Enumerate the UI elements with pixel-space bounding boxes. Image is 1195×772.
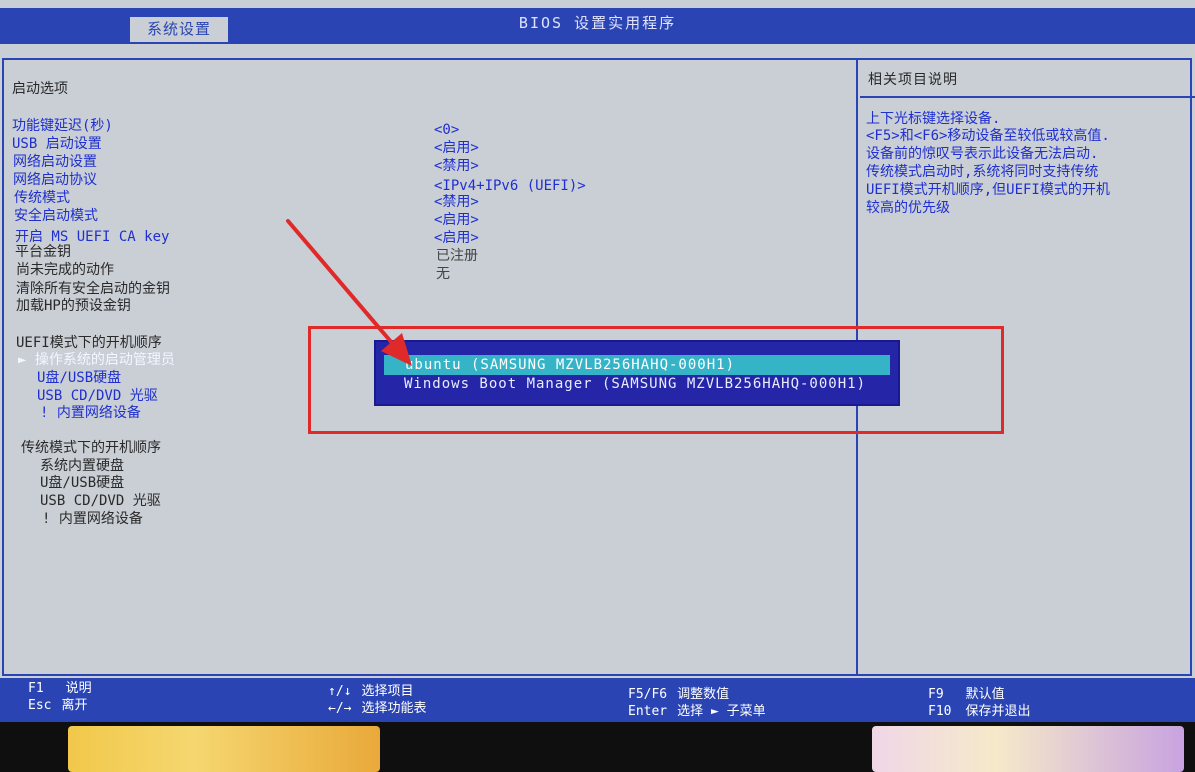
setting-value-secure-boot[interactable]: <启用> bbox=[434, 211, 479, 229]
footer-key-f5-f6: F5/F6 调整数值 bbox=[628, 687, 729, 703]
legacy-order-item-network: ! 内置网络设备 bbox=[42, 511, 143, 527]
setting-label-secure-boot[interactable]: 安全启动模式 bbox=[14, 207, 98, 225]
setting-clear-secure-boot-keys[interactable]: 清除所有安全启动的金钥 bbox=[16, 280, 170, 298]
setting-label-network-boot[interactable]: 网络启动设置 bbox=[13, 153, 97, 171]
footer-key-desc: 离开 bbox=[61, 698, 88, 713]
setting-value-legacy-mode[interactable]: <禁用> bbox=[434, 193, 479, 211]
footer-key-f10: F10 保存并退出 bbox=[928, 704, 1031, 720]
footer-key-label: ←/→ bbox=[328, 701, 352, 716]
uefi-order-item-os-boot-manager[interactable]: ► 操作系统的启动管理员 bbox=[18, 351, 175, 369]
setting-label-legacy-mode[interactable]: 传统模式 bbox=[14, 189, 70, 207]
setting-label-hotkey-delay[interactable]: 功能键延迟(秒) bbox=[12, 117, 113, 135]
annotation-highlight-box bbox=[308, 326, 1004, 434]
footer-key-desc: 说明 bbox=[65, 681, 92, 696]
uefi-order-item-network[interactable]: ! 内置网络设备 bbox=[40, 404, 141, 422]
help-title: 相关项目说明 bbox=[868, 72, 958, 88]
sticker-left bbox=[68, 726, 380, 772]
legacy-order-item-usb-cd: USB CD/DVD 光驱 bbox=[40, 493, 161, 509]
footer-key-up-down: ↑/↓ 选择项目 bbox=[328, 684, 414, 700]
help-line: <F5>和<F6>移动设备至较低或较高值. bbox=[866, 128, 1110, 144]
footer-key-label: Enter bbox=[628, 704, 668, 719]
footer-key-label: ↑/↓ bbox=[328, 684, 352, 699]
help-line: 设备前的惊叹号表示此设备无法启动. bbox=[866, 146, 1099, 162]
footer-key-label: F9 bbox=[928, 687, 944, 702]
help-line: UEFI模式开机顺序,但UEFI模式的开机 bbox=[866, 182, 1110, 198]
legacy-order-item-usb-disk: U盘/USB硬盘 bbox=[40, 475, 125, 491]
setting-value-usb-boot[interactable]: <启用> bbox=[434, 139, 479, 157]
footer-key-esc: Esc 离开 bbox=[28, 698, 88, 714]
help-line: 传统模式启动时,系统将同时支持传统 bbox=[866, 164, 1099, 180]
legacy-order-item-internal-disk: 系统内置硬盘 bbox=[40, 458, 124, 474]
footer-key-desc: 选择功能表 bbox=[361, 701, 427, 716]
footer-key-desc: 选择项目 bbox=[361, 684, 414, 699]
uefi-order-item-usb-cd[interactable]: USB CD/DVD 光驱 bbox=[37, 387, 158, 405]
footer-key-label: Esc bbox=[28, 698, 52, 713]
help-line: 上下光标键选择设备. bbox=[866, 111, 1001, 127]
setting-label-platform-key: 平台金钥 bbox=[15, 244, 71, 260]
footer-key-enter: Enter 选择 ► 子菜单 bbox=[628, 704, 766, 720]
footer-key-desc: 默认值 bbox=[965, 687, 1005, 702]
section-title-boot-options: 启动选项 bbox=[12, 81, 68, 97]
setting-label-usb-boot[interactable]: USB 启动设置 bbox=[12, 135, 102, 153]
setting-value-platform-key: 已注册 bbox=[436, 248, 478, 264]
uefi-order-item-usb-disk[interactable]: U盘/USB硬盘 bbox=[37, 369, 121, 387]
setting-value-pending-action: 无 bbox=[436, 266, 450, 282]
tab-system-settings[interactable]: 系统设置 bbox=[130, 17, 228, 42]
uefi-order-title: UEFI模式下的开机顺序 bbox=[16, 335, 162, 351]
sticker-right bbox=[872, 726, 1184, 772]
help-separator bbox=[860, 96, 1195, 98]
footer-key-left-right: ←/→ 选择功能表 bbox=[328, 701, 427, 717]
setting-value-network-boot[interactable]: <禁用> bbox=[434, 157, 479, 175]
footer-key-label: F10 bbox=[928, 704, 952, 719]
setting-label-pending-action: 尚未完成的动作 bbox=[16, 262, 114, 278]
setting-value-ms-uefi-ca-key[interactable]: <启用> bbox=[434, 229, 479, 247]
setting-value-hotkey-delay[interactable]: <0> bbox=[434, 121, 459, 139]
footer-key-label: F1 bbox=[28, 681, 44, 696]
footer-key-desc: 保存并退出 bbox=[965, 704, 1031, 719]
footer-key-help: F1 说明 Esc 离开 ↑/↓ 选择项目 ←/→ 选择功能表 F5/F6 调整数值 En… bbox=[0, 678, 1195, 722]
help-line: 较高的优先级 bbox=[866, 200, 950, 216]
footer-key-desc: 选择 ► 子菜单 bbox=[677, 704, 766, 719]
legacy-order-title: 传统模式下的开机顺序 bbox=[21, 440, 161, 456]
footer-key-desc: 调整数值 bbox=[677, 687, 730, 702]
footer-key-label: F5/F6 bbox=[628, 687, 668, 702]
setting-label-network-protocol[interactable]: 网络启动协议 bbox=[13, 171, 97, 189]
footer-key-f1: F1 说明 bbox=[28, 681, 92, 697]
setting-load-hp-default-keys[interactable]: 加载HP的预设金钥 bbox=[16, 297, 131, 315]
footer-key-f9: F9 默认值 bbox=[928, 687, 1005, 703]
